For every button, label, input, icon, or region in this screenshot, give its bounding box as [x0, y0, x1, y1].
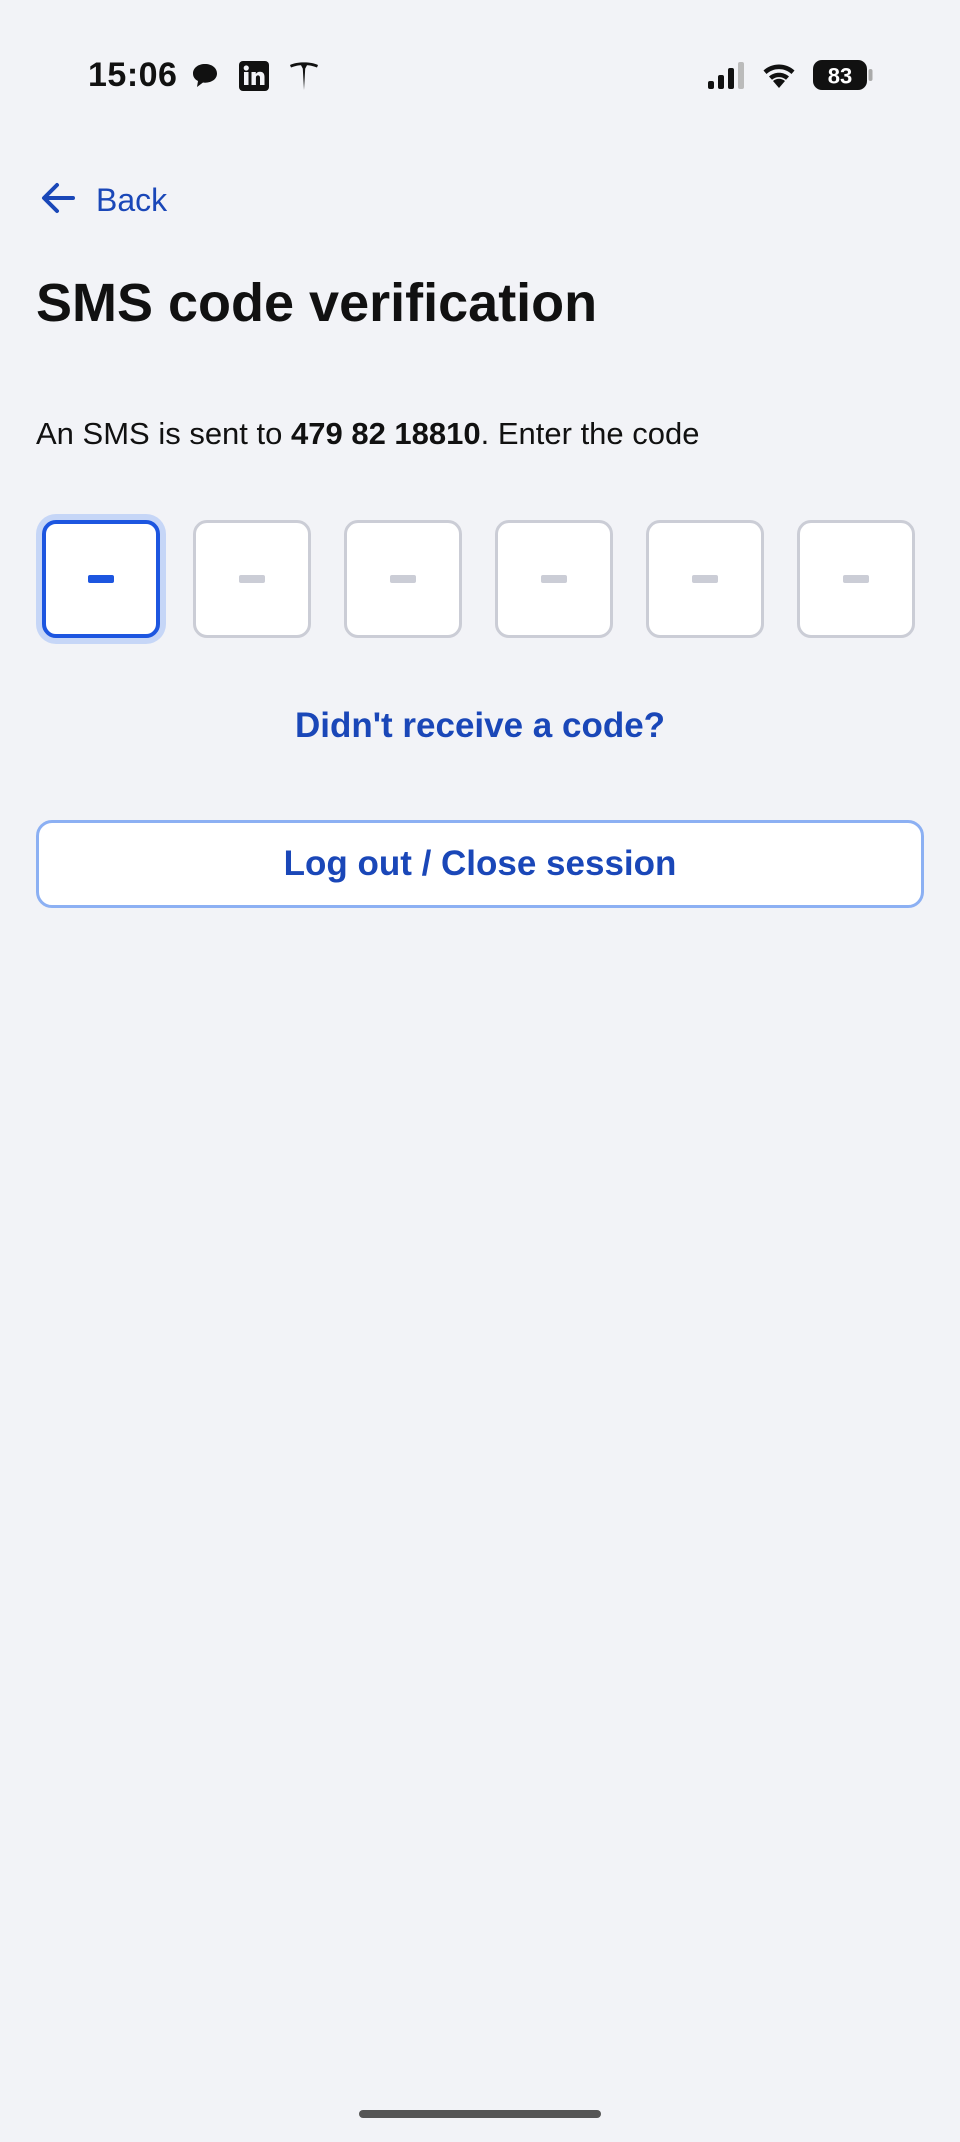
placeholder-dash: [88, 575, 114, 583]
chat-bubble-icon: [190, 60, 220, 95]
code-digit-1[interactable]: [42, 520, 160, 638]
placeholder-dash: [239, 575, 265, 583]
back-button[interactable]: Back: [40, 172, 167, 228]
battery-icon: 83: [812, 59, 874, 96]
message-suffix: . Enter the code: [480, 416, 700, 451]
arrow-left-icon: [40, 181, 76, 220]
placeholder-dash: [390, 575, 416, 583]
code-digit-2[interactable]: [193, 520, 311, 638]
resend-code-link[interactable]: Didn't receive a code?: [0, 706, 960, 746]
code-digit-6[interactable]: [797, 520, 915, 638]
logout-button[interactable]: Log out / Close session: [36, 820, 924, 908]
home-indicator[interactable]: [359, 2110, 601, 2118]
code-input-group: [40, 520, 920, 644]
status-time: 15:06: [88, 56, 178, 94]
back-label: Back: [96, 181, 168, 218]
code-digit-4[interactable]: [495, 520, 613, 638]
code-digit-5[interactable]: [646, 520, 764, 638]
placeholder-dash: [692, 575, 718, 583]
tesla-icon: [288, 60, 320, 97]
placeholder-dash: [843, 575, 869, 583]
phone-number: 479 82 18810: [291, 416, 481, 451]
status-bar: 15:06 83: [0, 0, 960, 150]
wifi-icon: [760, 60, 798, 95]
page-title: SMS code verification: [36, 273, 598, 333]
linkedin-icon: [238, 60, 270, 97]
sms-sent-message: An SMS is sent to 479 82 18810. Enter th…: [36, 416, 700, 452]
placeholder-dash: [541, 575, 567, 583]
signal-icon: [708, 62, 748, 95]
battery-level: 83: [828, 64, 852, 89]
code-digit-3[interactable]: [344, 520, 462, 638]
message-prefix: An SMS is sent to: [36, 416, 291, 451]
